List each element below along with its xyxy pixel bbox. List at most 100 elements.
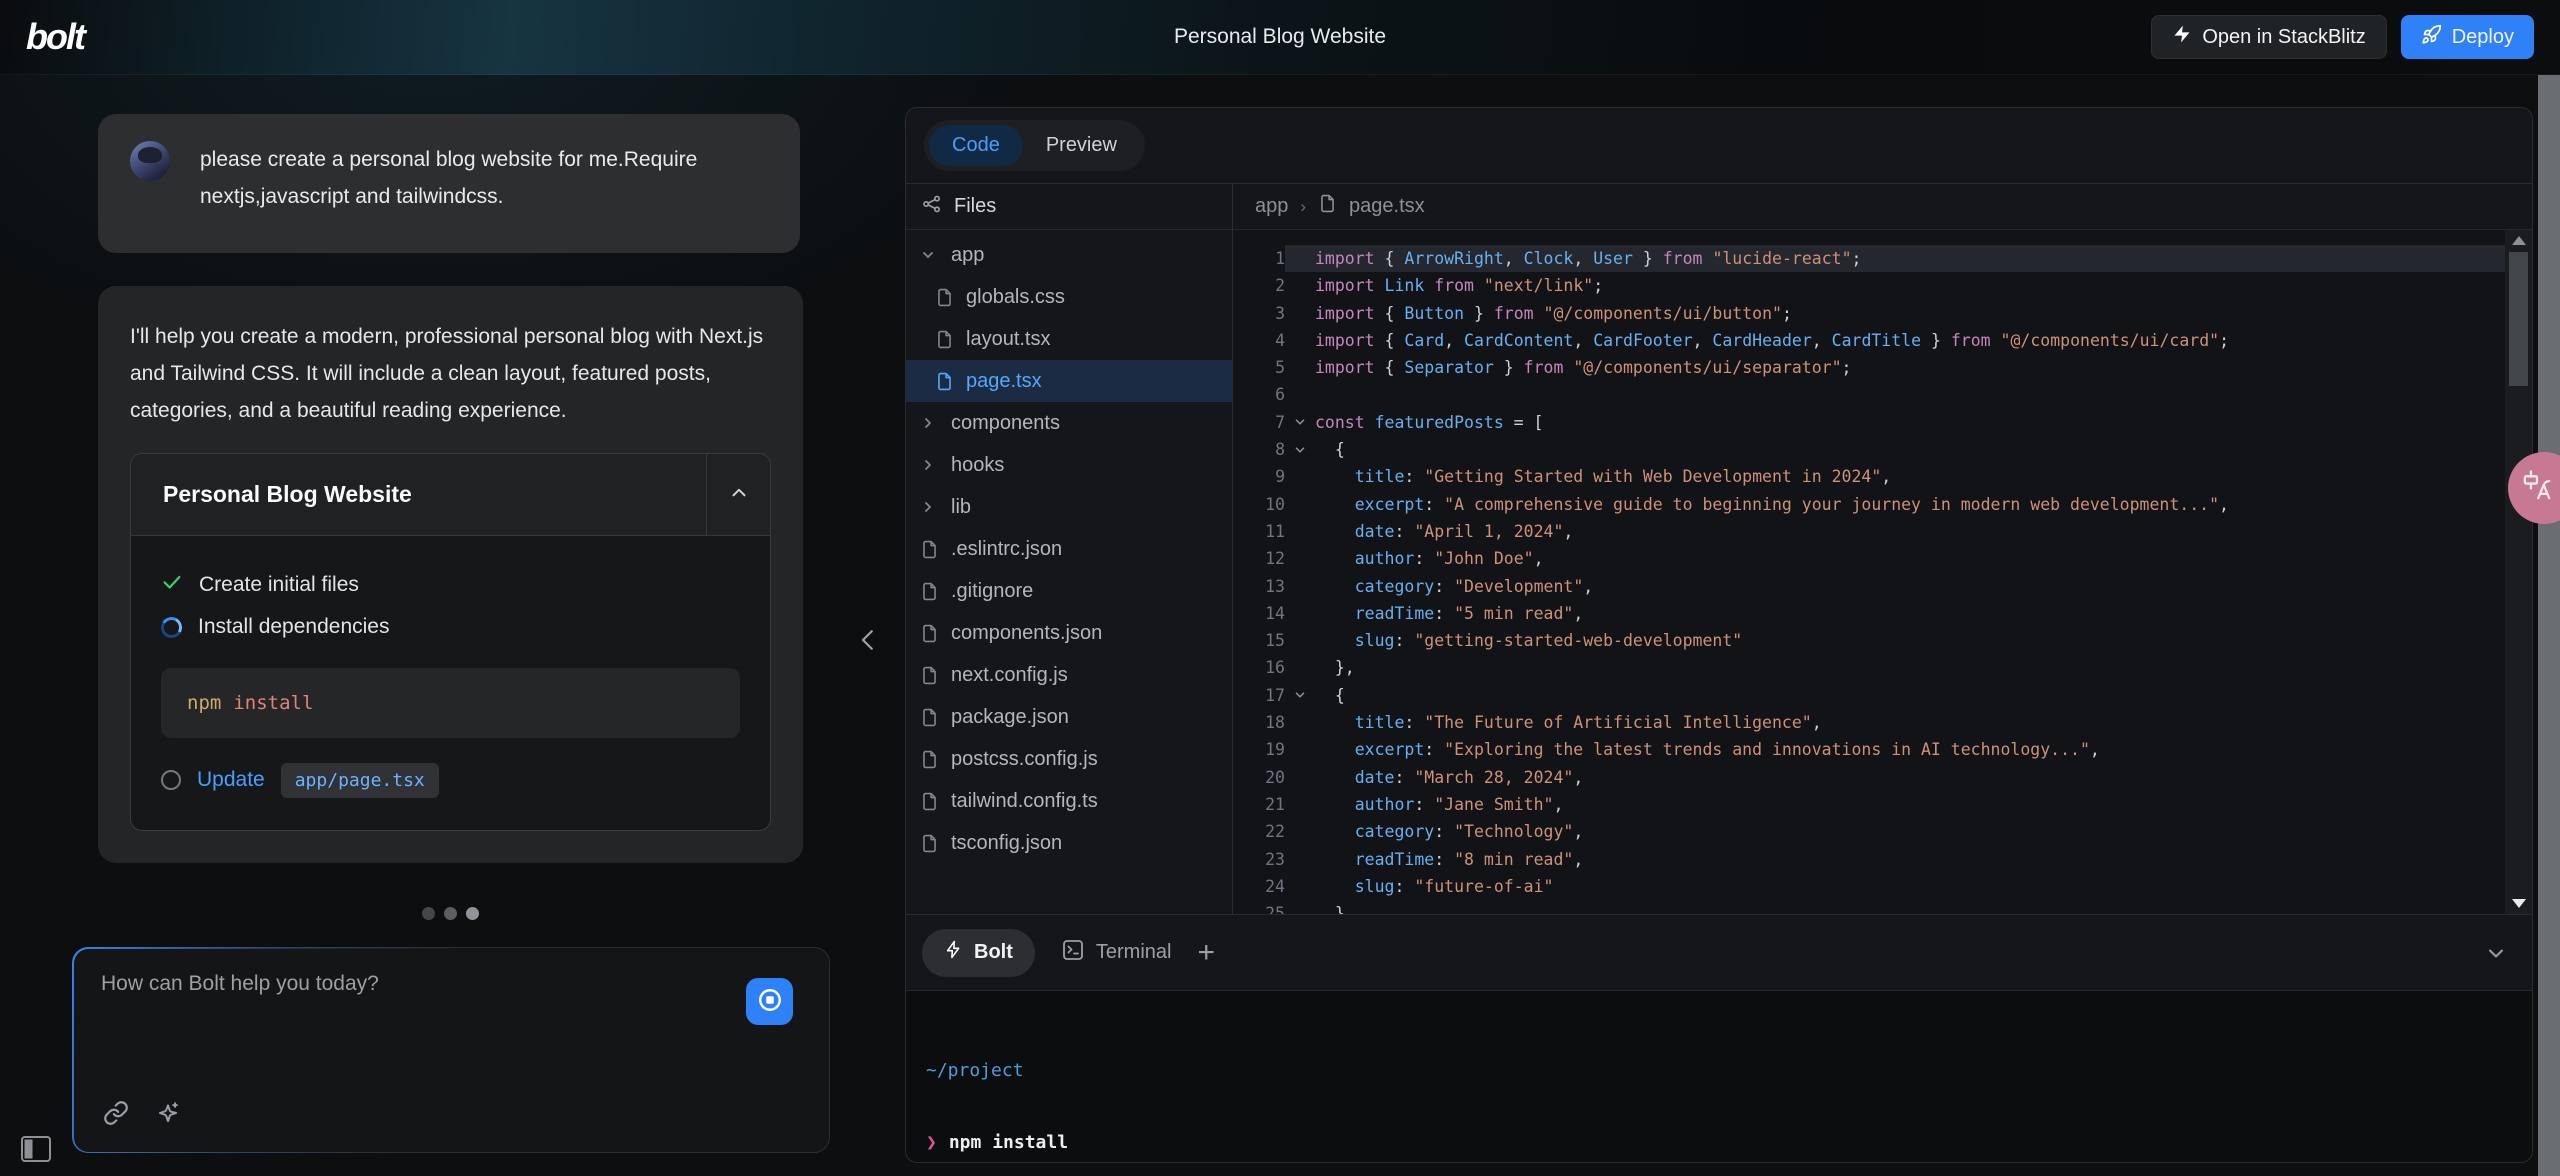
- tree-item-label: tsconfig.json: [951, 832, 1062, 855]
- updated-file-badge[interactable]: app/page.tsx: [281, 763, 439, 798]
- add-terminal-button[interactable]: +: [1197, 938, 1215, 968]
- editor-scrollbar-thumb[interactable]: [2509, 252, 2528, 386]
- file-icon: [920, 792, 940, 811]
- tree-item-components[interactable]: components: [906, 402, 1232, 444]
- code-text: date: "April 1, 2024",: [1315, 518, 1573, 545]
- token-p: :: [1434, 850, 1454, 869]
- breadcrumb-folder[interactable]: app: [1255, 195, 1288, 218]
- fold-gutter: [1285, 846, 1315, 873]
- token-s: "@/components/ui/card": [2001, 331, 2220, 350]
- code-line-body: excerpt: "A comprehensive guide to begin…: [1285, 491, 2532, 518]
- token-s: "5 min read": [1454, 604, 1573, 623]
- code-text: import { Separator } from "@/components/…: [1315, 354, 1851, 381]
- code-line-body: },: [1285, 900, 2532, 914]
- lightning-icon: [2172, 24, 2192, 50]
- code-line-7: 7const featuredPosts = [: [1233, 409, 2532, 436]
- collapse-chat-handle[interactable]: [848, 605, 888, 675]
- user-message: please create a personal blog website fo…: [98, 114, 800, 253]
- editor-scrollbar[interactable]: [2505, 230, 2532, 914]
- code-text: readTime: "8 min read",: [1315, 846, 1583, 873]
- pagination-dot-2[interactable]: [444, 907, 457, 920]
- pagination-dot-3[interactable]: [466, 907, 479, 920]
- token-i: slug: [1355, 877, 1395, 896]
- tab-code[interactable]: Code: [929, 125, 1023, 166]
- tree-item-hooks[interactable]: hooks: [906, 444, 1232, 486]
- tree-item-package.json[interactable]: package.json: [906, 696, 1232, 738]
- chevron-down-icon[interactable]: [2484, 941, 2508, 965]
- token-s: "lucide-react": [1712, 249, 1851, 268]
- terminal-output[interactable]: ~/project ❯npm install [] - preloadMetad…: [906, 990, 2532, 1163]
- tree-item-page.tsx[interactable]: page.tsx: [906, 360, 1232, 402]
- chat-panel: please create a personal blog website fo…: [0, 75, 868, 1176]
- code-line-body: slug: "future-of-ai": [1285, 873, 2532, 900]
- tree-item-tailwind.config.ts[interactable]: tailwind.config.ts: [906, 780, 1232, 822]
- deploy-button[interactable]: Deploy: [2401, 15, 2534, 59]
- breadcrumb-file[interactable]: page.tsx: [1349, 195, 1425, 218]
- scroll-up-arrow-icon[interactable]: [2512, 236, 2526, 245]
- code-line-5: 5import { Separator } from "@/components…: [1233, 354, 2532, 381]
- token-p: ,: [1881, 467, 1891, 486]
- tree-item-components.json[interactable]: components.json: [906, 612, 1232, 654]
- chat-input[interactable]: [101, 972, 721, 1092]
- token-p: ,: [2090, 740, 2100, 759]
- code-area[interactable]: 1import { ArrowRight, Clock, User } from…: [1233, 230, 2532, 914]
- terminal-tab-terminal[interactable]: Terminal: [1061, 938, 1172, 968]
- task-create-initial-files: Create initial files: [161, 564, 740, 606]
- code-line-3: 3import { Button } from "@/components/ui…: [1233, 300, 2532, 327]
- file-icon: [920, 624, 940, 643]
- token-p: ;: [1852, 249, 1862, 268]
- token-p: :: [1424, 740, 1444, 759]
- code-line-body: title: "The Future of Artificial Intelli…: [1285, 709, 2532, 736]
- token-i: author: [1355, 549, 1415, 568]
- bolt-logo[interactable]: bolt: [26, 16, 84, 58]
- tree-item-.eslintrc.json[interactable]: .eslintrc.json: [906, 528, 1232, 570]
- line-number: 13: [1233, 573, 1285, 600]
- fold-gutter: [1285, 709, 1315, 736]
- code-text: {: [1315, 682, 1345, 709]
- update-label: Update: [197, 768, 265, 792]
- tree-item-.gitignore[interactable]: .gitignore: [906, 570, 1232, 612]
- token-p: :: [1395, 631, 1415, 650]
- tree-item-next.config.js[interactable]: next.config.js: [906, 654, 1232, 696]
- token-p: {: [1375, 331, 1405, 350]
- tree-item-tsconfig.json[interactable]: tsconfig.json: [906, 822, 1232, 864]
- code-text: import { Card, CardContent, CardFooter, …: [1315, 327, 2229, 354]
- token-i: category: [1355, 577, 1434, 596]
- tab-preview[interactable]: Preview: [1023, 125, 1140, 166]
- page-scrollbar[interactable]: [2538, 75, 2560, 1176]
- tree-item-label: components.json: [951, 622, 1102, 645]
- terminal-tab-bolt[interactable]: Bolt: [922, 929, 1035, 977]
- fold-chevron-icon[interactable]: [1285, 682, 1315, 709]
- tree-item-postcss.config.js[interactable]: postcss.config.js: [906, 738, 1232, 780]
- enhance-prompt-sparkles-icon[interactable]: [155, 1100, 181, 1126]
- open-in-stackblitz-button[interactable]: Open in StackBlitz: [2151, 15, 2386, 59]
- scroll-down-arrow-icon[interactable]: [2512, 899, 2526, 908]
- tree-item-globals.css[interactable]: globals.css: [906, 276, 1232, 318]
- code-line-12: 12 author: "John Doe",: [1233, 545, 2532, 572]
- token-p: :: [1434, 577, 1454, 596]
- line-number: 23: [1233, 846, 1285, 873]
- tree-item-lib[interactable]: lib: [906, 486, 1232, 528]
- tree-item-layout.tsx[interactable]: layout.tsx: [906, 318, 1232, 360]
- fold-gutter: [1285, 900, 1315, 914]
- tree-item-label: app: [951, 244, 984, 267]
- token-p: ,: [1812, 331, 1832, 350]
- fold-chevron-icon[interactable]: [1285, 409, 1315, 436]
- tree-item-label: components: [951, 412, 1060, 435]
- file-icon: [1318, 194, 1337, 219]
- stop-generation-button[interactable]: [746, 978, 793, 1025]
- fold-chevron-icon[interactable]: [1285, 436, 1315, 463]
- attach-link-icon[interactable]: [103, 1100, 129, 1126]
- code-line-14: 14 readTime: "5 min read",: [1233, 600, 2532, 627]
- fold-gutter: [1285, 300, 1315, 327]
- pagination-dot-1[interactable]: [422, 907, 435, 920]
- token-p: [1563, 358, 1573, 377]
- token-s: "future-of-ai": [1414, 877, 1553, 896]
- token-p: ,: [1583, 577, 1593, 596]
- artifact-collapse-button[interactable]: [706, 454, 770, 535]
- sidebar-toggle-icon[interactable]: [20, 1135, 54, 1165]
- token-p: :: [1395, 522, 1415, 541]
- code-line-9: 9 title: "Getting Started with Web Devel…: [1233, 463, 2532, 490]
- tree-item-label: tailwind.config.ts: [951, 790, 1098, 813]
- tree-item-app[interactable]: app: [906, 234, 1232, 276]
